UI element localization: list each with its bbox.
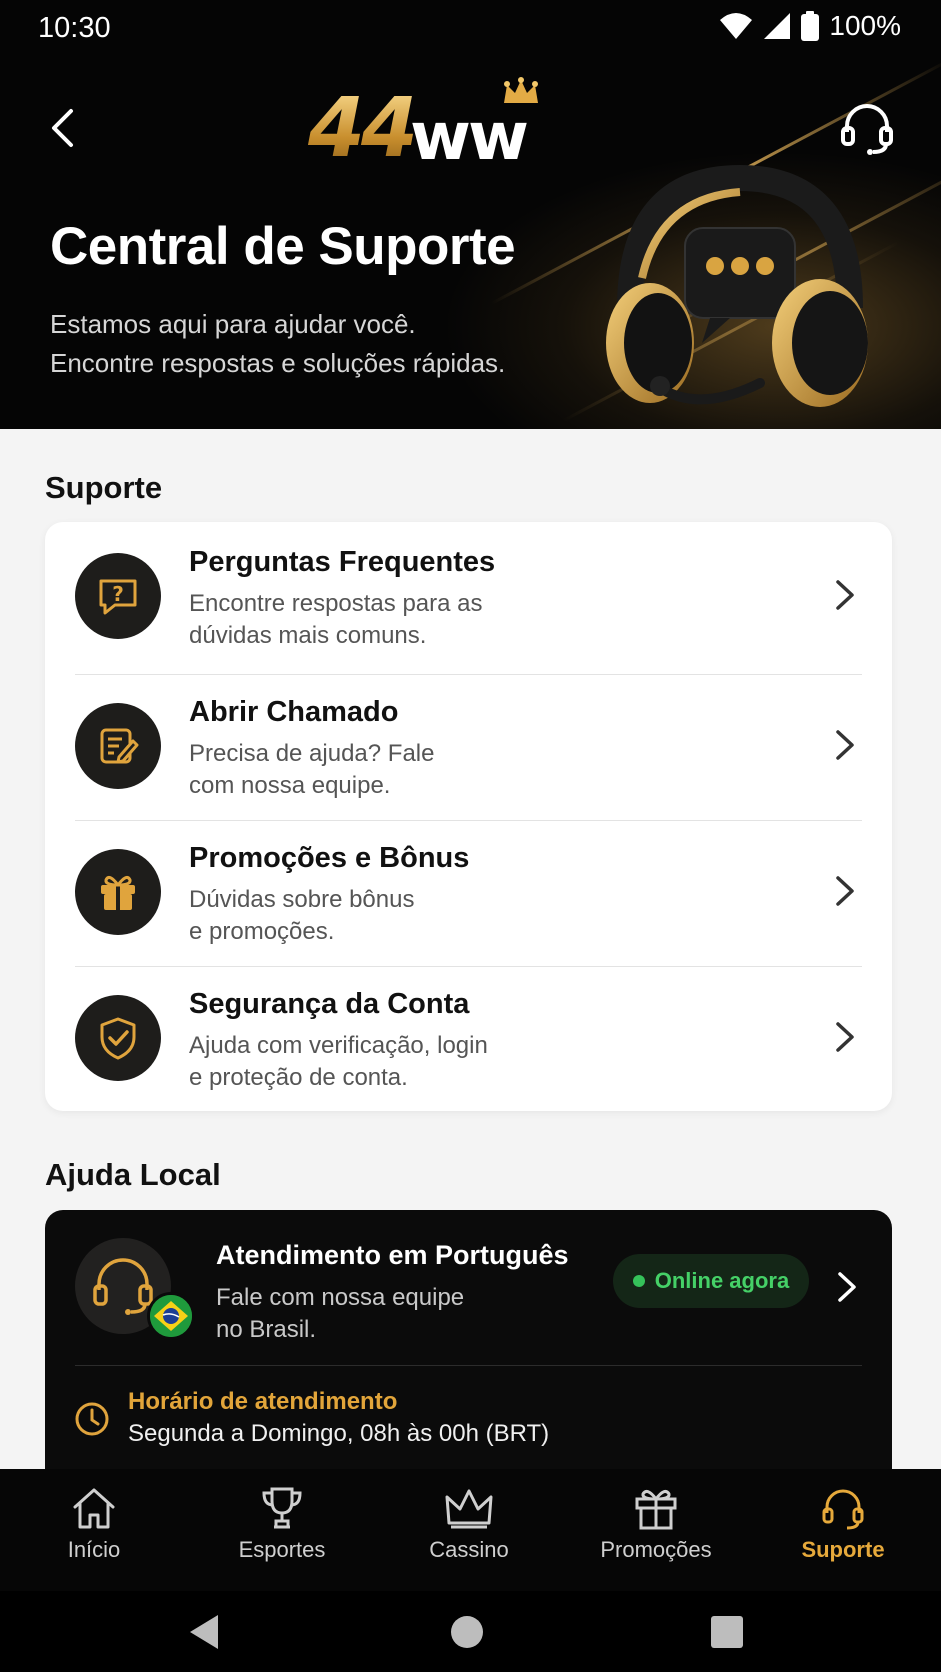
- chevron-right-icon: [836, 730, 854, 760]
- local-help-title: Atendimento em Português: [216, 1240, 569, 1270]
- hero-banner: 10:30 100% 44 ww Central de Suporte Esta…: [0, 0, 941, 429]
- nav-label: Esportes: [238, 1537, 326, 1562]
- support-item-desc-line: Precisa de ajuda? Fale: [189, 740, 435, 767]
- nav-label: Promoções: [600, 1537, 712, 1562]
- logo-number: 44: [308, 81, 418, 176]
- clock-icon: [75, 1402, 109, 1436]
- nav-item-esportes[interactable]: Esportes: [192, 1485, 372, 1581]
- online-dot: [632, 1275, 645, 1287]
- nav-label: Início: [67, 1537, 121, 1562]
- local-help-card: Atendimento em Português Fale com nossa …: [45, 1210, 892, 1510]
- page-subtitle-line: Encontre respostas e soluções rápidas.: [50, 348, 506, 378]
- brand-logo: 44 ww: [308, 77, 548, 176]
- chevron-right-icon: [836, 1022, 854, 1052]
- triangle-back-icon: [190, 1615, 218, 1649]
- android-home-button[interactable]: [442, 1607, 492, 1657]
- section-title-local-help: Ajuda Local: [45, 1157, 221, 1192]
- support-headset-button[interactable]: [837, 98, 897, 158]
- support-item-faq[interactable]: ? Perguntas Frequentes Encontre resposta…: [45, 522, 892, 668]
- support-item-desc-line: Ajuda com verificação, login: [189, 1032, 488, 1059]
- support-item-promotions[interactable]: Promoções e Bônus Dúvidas sobre bônus e …: [45, 818, 892, 964]
- gift-icon: [635, 1489, 677, 1530]
- nav-label: Suporte: [801, 1537, 885, 1562]
- nav-item-promocoes[interactable]: Promoções: [566, 1485, 746, 1581]
- signal-icon: [764, 13, 791, 39]
- gift-icon: [75, 849, 161, 935]
- wifi-icon: [720, 13, 753, 39]
- back-button[interactable]: [40, 98, 84, 158]
- faq-icon: ?: [75, 553, 161, 639]
- headset-icon: [822, 1489, 864, 1530]
- local-help-desc: Fale com nossa equipe no Brasil.: [216, 1282, 536, 1346]
- support-item-title: Abrir Chamado: [189, 696, 399, 728]
- page-title: Central de Suporte: [50, 217, 516, 276]
- page-subtitle-line: Estamos aqui para ajudar você.: [50, 309, 416, 339]
- section-title-support: Suporte: [45, 470, 163, 505]
- support-item-desc-line: e promoções.: [189, 918, 335, 945]
- android-recents-button[interactable]: [702, 1607, 752, 1657]
- svg-text:?: ?: [112, 582, 124, 606]
- android-navigation-bar: [0, 1591, 941, 1672]
- circle-home-icon: [451, 1616, 483, 1648]
- battery-percentage: 100%: [829, 10, 901, 41]
- ticket-icon: [75, 703, 161, 789]
- support-item-title: Promoções e Bônus: [189, 842, 470, 874]
- local-help-desc-line: no Brasil.: [216, 1316, 317, 1343]
- nav-item-suporte[interactable]: Suporte: [753, 1485, 933, 1581]
- support-item-desc: Dúvidas sobre bônus e promoções.: [189, 884, 609, 948]
- bottom-navigation: Início Esportes Cassino Promoções Suport…: [0, 1469, 941, 1591]
- local-help-desc-line: Fale com nossa equipe: [216, 1284, 465, 1311]
- hours-title: Horário de atendimento: [128, 1388, 398, 1415]
- support-item-title: Perguntas Frequentes: [189, 546, 496, 578]
- support-item-desc: Ajuda com verificação, login e proteção …: [189, 1030, 609, 1094]
- chevron-left-icon: [52, 109, 73, 147]
- support-item-desc-line: dúvidas mais comuns.: [189, 622, 427, 649]
- page-subtitle: Estamos aqui para ajudar você. Encontre …: [50, 305, 505, 383]
- support-item-desc-line: e proteção de conta.: [189, 1064, 408, 1091]
- status-bar: 10:30 100%: [0, 0, 941, 56]
- support-item-ticket[interactable]: Abrir Chamado Precisa de ajuda? Fale com…: [45, 672, 892, 818]
- support-item-desc-line: com nossa equipe.: [189, 772, 391, 799]
- trophy-icon: [262, 1487, 302, 1529]
- crown-icon: [445, 1489, 493, 1529]
- divider: [75, 1365, 862, 1366]
- support-options-card: ? Perguntas Frequentes Encontre resposta…: [45, 522, 892, 1111]
- support-item-desc-line: Encontre respostas para as: [189, 590, 483, 617]
- square-recents-icon: [711, 1616, 743, 1648]
- chevron-right-icon: [836, 580, 854, 610]
- hours-text: Segunda a Domingo, 08h às 00h (BRT): [128, 1420, 550, 1447]
- support-item-desc: Encontre respostas para as dúvidas mais …: [189, 588, 609, 652]
- nav-label: Cassino: [429, 1537, 509, 1562]
- brazil-flag-icon: [147, 1292, 195, 1340]
- battery-icon: [801, 11, 820, 41]
- crown-icon: [504, 77, 538, 103]
- nav-item-cassino[interactable]: Cassino: [379, 1485, 559, 1581]
- support-item-desc-line: Dúvidas sobre bônus: [189, 886, 415, 913]
- chevron-right-icon: [836, 876, 854, 906]
- status-icons: 100%: [719, 10, 901, 42]
- online-status-text: Online agora: [654, 1268, 790, 1293]
- headphones-chat-illustration: [606, 164, 868, 407]
- chevron-right-icon: [838, 1272, 856, 1302]
- headset-icon: [841, 104, 893, 155]
- nav-item-inicio[interactable]: Início: [4, 1485, 184, 1581]
- home-icon: [73, 1488, 115, 1529]
- support-item-title: Segurança da Conta: [189, 988, 470, 1020]
- online-status-badge: Online agora: [613, 1254, 809, 1308]
- shield-icon: [75, 995, 161, 1081]
- support-item-desc: Precisa de ajuda? Fale com nossa equipe.: [189, 738, 609, 802]
- android-back-button[interactable]: [178, 1607, 228, 1657]
- support-item-security[interactable]: Segurança da Conta Ajuda com verificação…: [45, 964, 892, 1110]
- portuguese-support-item[interactable]: Atendimento em Português Fale com nossa …: [45, 1210, 892, 1364]
- status-time: 10:30: [38, 12, 111, 44]
- logo-letters: ww: [410, 98, 529, 175]
